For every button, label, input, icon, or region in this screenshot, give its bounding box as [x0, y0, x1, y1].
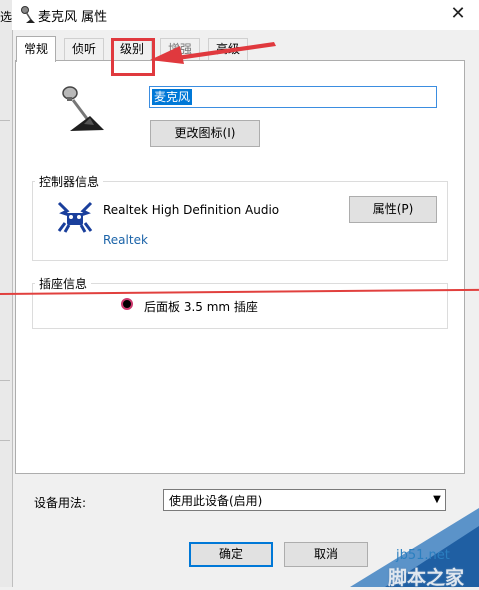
jack-color-indicator — [121, 298, 133, 310]
close-button[interactable]: ✕ — [440, 0, 476, 30]
properties-button[interactable]: 属性(P) — [349, 196, 437, 223]
change-icon-button[interactable]: 更改图标(I) — [150, 120, 260, 147]
tab-listen[interactable]: 侦听 — [64, 38, 105, 60]
watermark-site: jb51.net — [396, 548, 450, 563]
background-divider — [0, 120, 10, 121]
jack-description: 后面板 3.5 mm 插座 — [144, 300, 258, 314]
device-usage-label: 设备用法: — [34, 496, 87, 510]
background-divider — [0, 380, 10, 381]
controller-info-label: 控制器信息 — [35, 173, 104, 190]
device-name-input[interactable]: 麦克风 — [149, 86, 437, 108]
tab-general[interactable]: 常规 — [16, 36, 57, 62]
microphone-icon — [21, 6, 35, 23]
dialog-title: 麦克风 属性 — [38, 10, 108, 25]
realtek-crab-icon — [57, 201, 93, 233]
red-arrow-icon — [150, 42, 276, 64]
watermark-name: 脚本之家 — [388, 567, 465, 589]
microphone-icon — [62, 86, 104, 131]
jack-info-label: 插座信息 — [35, 275, 92, 292]
device-name-value: 麦克风 — [152, 89, 193, 105]
background-window-text: 选 — [0, 10, 13, 24]
controller-vendor: Realtek — [103, 233, 148, 247]
background-divider — [0, 440, 10, 441]
controller-name: Realtek High Definition Audio — [103, 203, 280, 217]
ok-button[interactable]: 确定 — [189, 542, 273, 567]
